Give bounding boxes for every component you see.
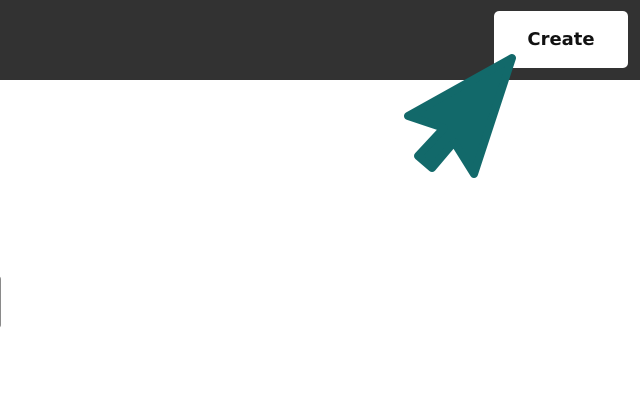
cursor-arrow-icon	[404, 54, 516, 178]
cursor-arrow-shape	[404, 54, 516, 178]
top-bar: Create	[0, 0, 640, 80]
left-edge-control[interactable]	[0, 276, 1, 328]
